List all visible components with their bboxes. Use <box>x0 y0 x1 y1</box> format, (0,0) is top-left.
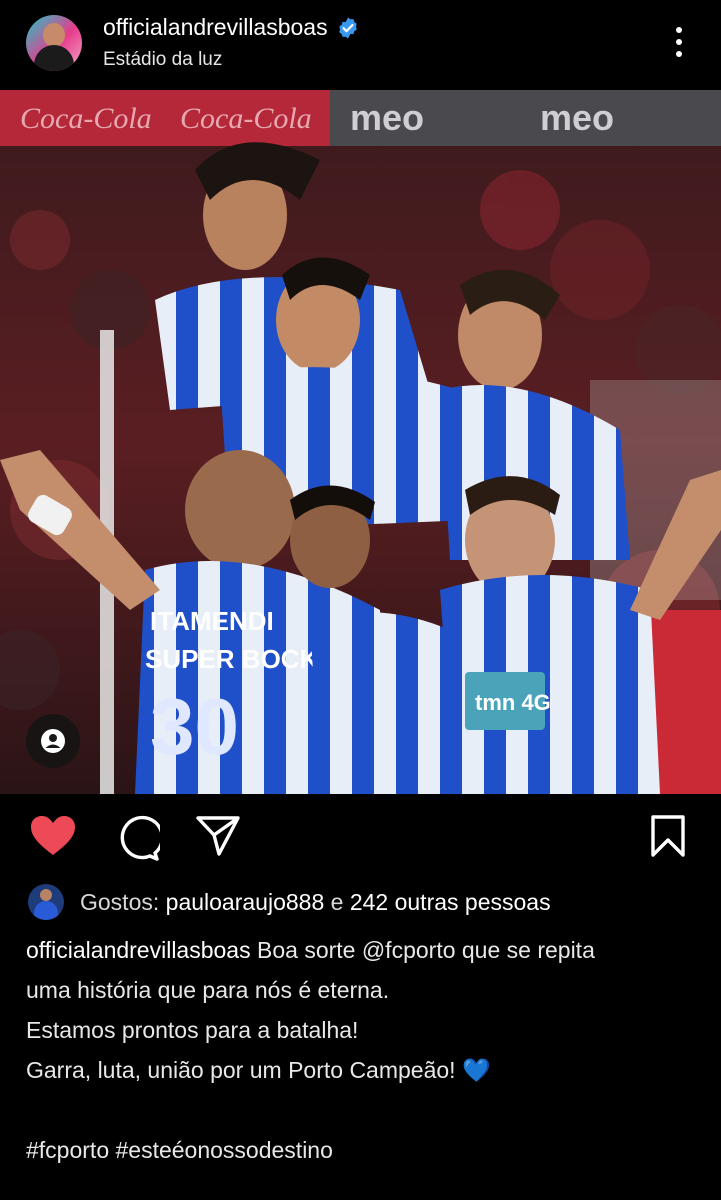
verified-badge-icon <box>338 17 357 38</box>
post-photo[interactable]: Coca-Cola Coca-Cola meo meo ITAMENDI SUP… <box>0 90 721 794</box>
banner-text-left-2: Coca-Cola <box>180 102 312 135</box>
heart-icon[interactable] <box>30 815 76 857</box>
banner-text-right: meo <box>350 97 424 138</box>
profile-avatar[interactable] <box>26 15 82 71</box>
bookmark-icon[interactable] <box>650 815 686 857</box>
caption-hashtags[interactable]: #fcporto #esteéonossodestino <box>26 1130 696 1170</box>
caption-line-4: Garra, luta, união por um Porto Campeão! <box>26 1057 456 1083</box>
liker-username[interactable]: pauloaraujo888 <box>166 889 325 915</box>
shirt-sponsor: SUPER BOCK <box>145 644 319 674</box>
likes-connector: e <box>330 888 344 915</box>
more-vertical-icon[interactable] <box>668 24 690 60</box>
post-location[interactable]: Estádio da luz <box>103 49 222 71</box>
likes-others[interactable]: 242 outras pessoas <box>350 889 551 915</box>
post-caption: officialandrevillasboas Boa sorte @fcpor… <box>26 930 696 1170</box>
caption-username[interactable]: officialandrevillasboas <box>26 937 251 963</box>
likes-row: Gostos: pauloaraujo888 e 242 outras pess… <box>28 882 551 922</box>
banner-text-right-2: meo <box>540 97 614 138</box>
celebration-image: Coca-Cola Coca-Cola meo meo ITAMENDI SUP… <box>0 90 721 794</box>
action-bar <box>0 800 721 872</box>
caption-line-3: Estamos prontos para a batalha! <box>26 1017 359 1043</box>
shirt-name: ITAMENDI <box>150 606 274 636</box>
tmn-sponsor: tmn 4G <box>475 690 551 715</box>
blue-heart-emoji: 💙 <box>461 1057 491 1083</box>
banner-text-left: Coca-Cola <box>20 102 152 135</box>
send-icon[interactable] <box>196 815 240 857</box>
caption-line-1: Boa sorte @fcporto que se repita <box>257 937 595 963</box>
user-tag-button[interactable] <box>26 714 80 768</box>
shirt-number: 30 <box>150 682 239 771</box>
comment-icon[interactable] <box>114 815 160 861</box>
user-tag-icon <box>41 729 65 753</box>
likes-prefix: Gostos: <box>80 888 160 915</box>
caption-line-2: uma história que para nós é eterna. <box>26 977 390 1003</box>
username-row: officialandrevillasboas <box>103 14 360 41</box>
liker-avatar[interactable] <box>28 884 64 920</box>
post-header: officialandrevillasboas Estádio da luz <box>0 0 721 90</box>
likes-summary[interactable]: Gostos: pauloaraujo888 e 242 outras pess… <box>80 889 551 916</box>
username[interactable]: officialandrevillasboas <box>103 14 328 41</box>
